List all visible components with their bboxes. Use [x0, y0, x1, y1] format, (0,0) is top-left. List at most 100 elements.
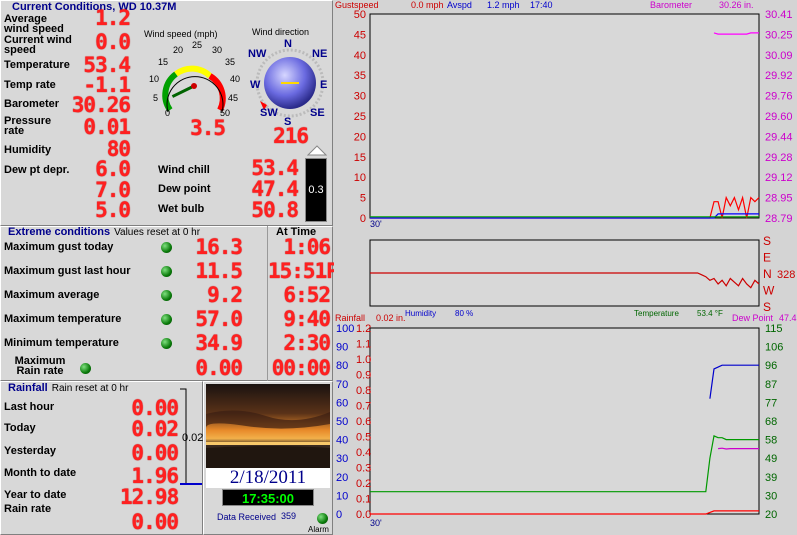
gauge-tick-5: 5	[153, 93, 159, 103]
chart1-left-tick: 5	[360, 193, 366, 205]
chart3-series-line	[718, 447, 759, 450]
gauge-tick-15: 15	[158, 57, 169, 67]
chart1-right-tick: 28.95	[765, 193, 793, 205]
compass-ne: NE	[312, 48, 328, 60]
alarm-led[interactable]	[317, 513, 328, 524]
rain-row-value: 0.00	[131, 396, 179, 420]
chart3-temp-value: 53.4 °F	[697, 309, 723, 318]
chart3-left-tick-rain: 0.6	[356, 416, 371, 428]
value-cur-wind: 0.0	[95, 30, 131, 54]
label-cur-wind: Current wind speed	[4, 34, 72, 56]
uv-up-arrow-icon	[307, 145, 327, 156]
extreme-row-time: 2:30	[283, 331, 331, 355]
chart3-left-tick-rain: 0.4	[356, 447, 371, 459]
alarm-label: Alarm	[308, 525, 329, 534]
value-pressure-rate: 0.01	[83, 115, 131, 139]
rainfall-subtitle: Rain reset at 0 hr	[51, 383, 129, 394]
extreme-row-led	[80, 363, 91, 374]
chart3-left-tick-humidity: 0	[336, 509, 342, 521]
extreme-row-label: Maximum average	[4, 289, 100, 301]
chart1-right-tick: 29.44	[765, 131, 793, 143]
rain-row-label: Year to date	[4, 489, 67, 501]
chart3-right-tick: 115	[765, 323, 783, 335]
label-avg-wind: Average wind speed	[4, 13, 64, 35]
wind-speed-needle	[171, 84, 195, 98]
extreme-row-value: 9.2	[207, 283, 243, 307]
chart3-right-tick: 39	[765, 472, 777, 484]
webcam-image	[206, 384, 330, 468]
extreme-row-time: 9:40	[283, 307, 331, 331]
gauge-tick-45: 45	[228, 93, 239, 103]
chart1-left-tick: 35	[354, 70, 366, 82]
chart3-right-tick: 49	[765, 453, 777, 465]
compass-se: SE	[310, 107, 325, 119]
chart1-left-tick: 10	[354, 172, 366, 184]
value-dew-depr: 6.0	[95, 157, 131, 181]
compass-e: E	[320, 79, 328, 91]
webcam-date: 2/18/2011	[206, 468, 330, 488]
chart3-left-tick-rain: 0.1	[356, 494, 371, 506]
chart1-right-tick: 29.28	[765, 152, 793, 164]
chart2-right-tick: W	[763, 284, 775, 298]
chart1-right-tick: 29.92	[765, 70, 793, 82]
rain-row-value: 0.00	[131, 441, 179, 465]
chart3-temp-label: Temperature	[634, 309, 679, 318]
value-dew-depr-2: 7.0	[95, 178, 131, 202]
value-temp-rate: -1.1	[83, 73, 131, 97]
data-received-value: 359	[281, 511, 297, 521]
chart3-left-tick-humidity: 80	[336, 360, 348, 372]
chart1-plot-area	[369, 13, 760, 219]
rain-row-label: Today	[4, 422, 36, 434]
extreme-title: Extreme conditions Values reset at 0 hr	[8, 226, 201, 238]
uv-value: 0.3	[308, 184, 324, 196]
rain-row-label: Month to date	[4, 467, 77, 479]
extreme-row-label: Maximum Rain rate	[14, 355, 66, 377]
chart3-left-tick-humidity: 100	[336, 323, 354, 335]
extreme-row-value: 16.3	[195, 235, 243, 259]
chart3-left-tick-rain: 0.8	[356, 385, 371, 397]
compass-w: W	[250, 79, 261, 91]
chart3-plot-area	[369, 327, 760, 515]
chart3-right-tick: 30	[765, 490, 777, 502]
chart3-left-tick-humidity: 60	[336, 397, 348, 409]
label-wet-bulb: Wet bulb	[158, 203, 205, 215]
label-temp-rate: Temp rate	[4, 79, 56, 91]
gauge-tick-10: 10	[149, 74, 160, 84]
label-dew-point: Dew point	[158, 183, 211, 195]
value-temperature: 53.4	[83, 53, 131, 77]
chart2-right-tick: S	[763, 236, 771, 248]
chart3-hum-label: Humidity	[405, 309, 437, 318]
value-humidity: 80	[106, 137, 131, 161]
chart1-left-tick: 40	[354, 50, 366, 62]
gauge-tick-0: 0	[165, 108, 171, 118]
chart1-right-tick: 30.09	[765, 50, 793, 62]
chart1-right-tick: 28.79	[765, 213, 793, 225]
rain-row-value: 0.02	[131, 417, 179, 441]
chart3-hum-value: 80 %	[455, 309, 474, 318]
chart3-right-tick: 106	[765, 342, 783, 354]
rain-bar-value: 0.02	[182, 432, 204, 444]
label-humidity: Humidity	[4, 144, 52, 156]
chart1-left-tick: 45	[354, 29, 366, 41]
value-avg-wind: 1.2	[95, 6, 131, 30]
gauge-tick-25: 25	[192, 40, 203, 50]
chart2-right-tick: E	[763, 251, 771, 265]
extreme-row-value: 34.9	[195, 331, 243, 355]
gauge-tick-35: 35	[225, 57, 236, 67]
extreme-row-led	[161, 314, 172, 325]
value-gauge-speed: 3.5	[190, 116, 226, 140]
chart-wind-direction: SENWS328	[369, 236, 795, 312]
chart3-x-label: 30'	[370, 518, 382, 528]
extreme-row-time: 15:51P	[268, 259, 339, 283]
value-gauge-dir: 216	[273, 124, 309, 148]
label-temperature: Temperature	[4, 59, 70, 71]
gauge-dir-title: Wind direction	[252, 27, 310, 37]
extreme-row-led	[161, 338, 172, 349]
extreme-row-time: 00:00	[271, 356, 331, 380]
data-received-label: Data Received	[217, 512, 277, 522]
chart1-left-tick: 30	[354, 91, 366, 103]
chart3-left-tick-humidity: 40	[336, 435, 348, 447]
value-wet-bulb: 50.8	[251, 198, 299, 222]
extreme-row-time: 1:06	[283, 235, 331, 259]
chart1-right-tick: 30.41	[765, 9, 793, 21]
